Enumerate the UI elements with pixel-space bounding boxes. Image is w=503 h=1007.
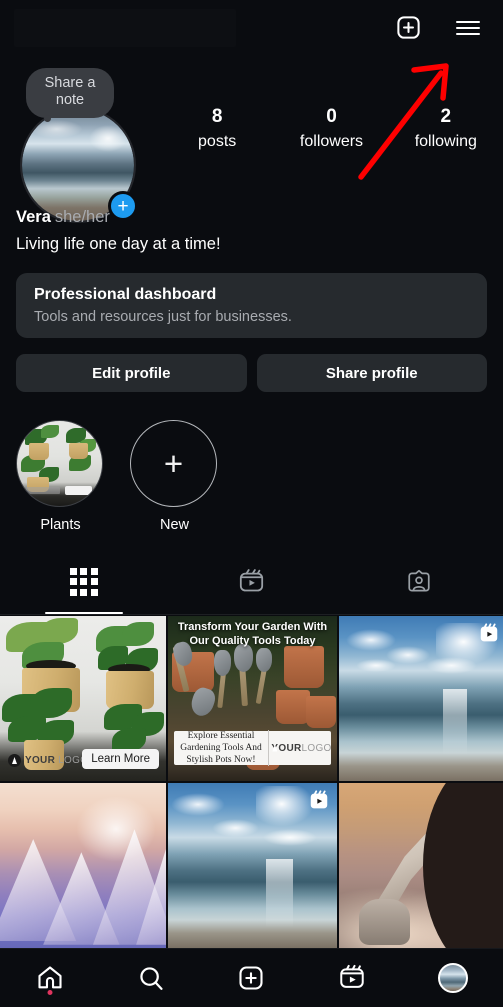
post-cta-learn-more[interactable]: Learn More [82,749,159,769]
highlight-new-label: New [159,517,189,533]
create-post-button[interactable] [391,11,425,45]
share-a-note-bubble[interactable]: Share a note [26,68,114,122]
post-ad-banner: Explore Essential Gardening Tools And St… [174,730,331,766]
grid-icon [69,567,98,596]
nav-home[interactable] [0,949,101,1007]
tab-reels[interactable] [168,555,336,614]
profile-bio-text: Living life one day at a time! [16,235,221,253]
stat-following[interactable]: 2 following [389,105,503,153]
nav-search[interactable] [101,949,202,1007]
brand-mark-icon [8,754,21,767]
brand-logo-text: YOUR LOGO [25,755,89,766]
nav-create[interactable] [201,949,302,1007]
professional-dashboard-title: Professional dashboard [34,286,217,303]
add-highlight-icon: + [130,420,217,507]
post-ad-headline: Transform Your Garden With Our Quality T… [177,621,328,647]
tagged-icon [408,569,430,592]
post-grid: YOUR LOGO Learn More Transform Your Gard… [0,616,503,948]
profile-content-tabs [0,555,503,615]
tab-grid[interactable] [0,555,168,614]
sun-glare [255,786,314,826]
top-bar-actions [391,11,485,45]
reels-icon [340,964,364,988]
tab-tagged[interactable] [335,555,503,614]
edit-profile-button[interactable]: Edit profile [16,354,247,392]
post-plants-ad[interactable]: YOUR LOGO Learn More [0,616,166,781]
highlight-plants-label: Plants [40,517,81,533]
profile-name-row: Vera she/her [16,206,486,229]
post-brand-logo: YOUR LOGO [8,754,88,767]
post-beach-reel[interactable] [339,616,503,781]
share-profile-button[interactable]: Share profile [256,354,487,392]
professional-dashboard-card[interactable]: Professional dashboard Tools and resourc… [16,273,487,338]
profile-avatar-small [437,963,468,993]
profile-pronouns: she/her [54,208,110,226]
profile-stats: 8 posts 0 followers 2 following [160,105,503,153]
reels-badge-icon [310,790,328,809]
highlight-plants-cover [16,420,103,507]
post-mountain-sunset[interactable] [0,783,166,948]
profile-action-buttons: Edit profile Share profile [16,354,487,392]
profile-header: Share a note + 8 posts 0 followers 2 fol… [0,58,503,223]
search-icon [140,967,163,990]
top-bar [0,0,503,55]
highlight-new[interactable]: + New [130,420,219,534]
stat-followers[interactable]: 0 followers [274,105,388,153]
home-notification-dot [47,990,53,995]
stat-posts[interactable]: 8 posts [160,105,274,153]
highlight-cta-chip [65,486,92,495]
post-beach-reel-2[interactable] [168,783,337,948]
professional-dashboard-subtitle: Tools and resources just for businesses. [34,309,292,325]
reels-icon [239,569,264,592]
stat-following-value: 2 [440,106,452,127]
post-airplane-wing[interactable] [339,783,503,948]
add-to-story-icon[interactable]: + [108,191,138,221]
story-highlights-row: Plants + New [16,420,219,534]
bottom-navigation-bar [0,948,503,1007]
highlight-logo-watermark [26,487,60,494]
stat-posts-value: 8 [211,106,223,127]
active-tab-underline [44,611,123,614]
create-icon [239,966,264,990]
window-frame [423,783,503,948]
post-ad-banner-logo: YOURLOGO [269,742,331,755]
stat-following-label: following [414,133,477,150]
stat-followers-value: 0 [326,106,337,127]
highlight-plants[interactable]: Plants [16,420,105,534]
hamburger-menu-button[interactable] [451,11,485,45]
sun-glow [76,796,157,863]
nav-profile[interactable] [402,949,503,1007]
home-icon [38,966,62,989]
stat-posts-label: posts [198,133,237,150]
profile-display-name: Vera [16,208,51,226]
profile-bio-block: Vera she/her Living life one day at a tim… [16,206,486,256]
username-redacted-block [14,8,236,47]
airplane-engine [359,898,410,945]
stat-followers-label: followers [299,133,364,150]
instagram-profile-screen: Share a note + 8 posts 0 followers 2 fol… [0,0,503,1007]
brand-logo-text: YOURLOGO [271,742,332,754]
post-garden-tools-ad[interactable]: Transform Your Garden With Our Quality T… [168,616,337,781]
post-ad-banner-text: Explore Essential Gardening Tools And St… [174,730,269,766]
nav-reels[interactable] [302,949,403,1007]
reels-badge-icon [480,623,498,642]
